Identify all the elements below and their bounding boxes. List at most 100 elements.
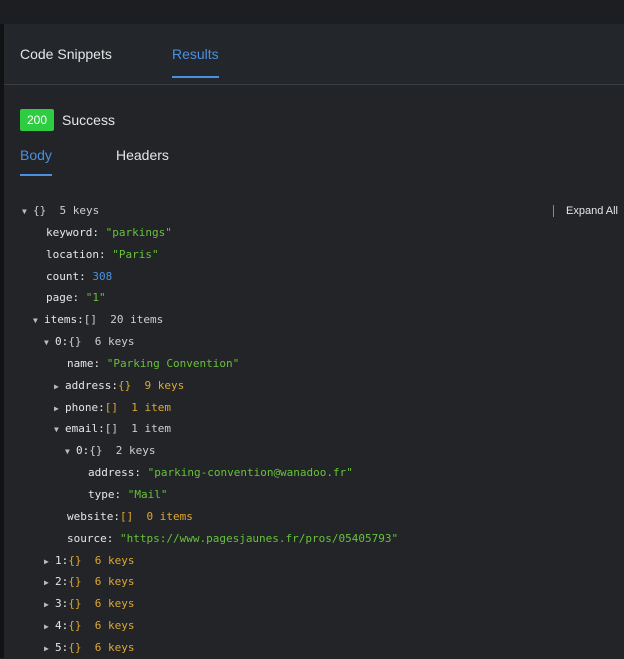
active-subtab-underline [20, 174, 52, 176]
array-brace: [] [104, 401, 118, 414]
collapse-icon[interactable]: ▼ [33, 311, 44, 331]
json-node-item-1: ▶ 1:{} 6 keys [44, 551, 135, 571]
json-field-website: website:[] 0 items [67, 507, 193, 527]
field-value: "Mail" [127, 488, 168, 501]
field-key: 4: [55, 619, 69, 632]
status-row: 200 Success [20, 109, 115, 131]
field-key: items: [44, 313, 84, 326]
field-key: 5: [55, 641, 69, 654]
collapse-icon[interactable]: ▼ [22, 202, 33, 222]
item-count: 20 items [110, 313, 164, 326]
field-key: 0: [55, 335, 69, 348]
field-key: address: [65, 379, 118, 392]
field-key: page: [46, 291, 80, 304]
subtab-body-label: Body [20, 147, 52, 163]
expand-icon[interactable]: ▶ [44, 617, 55, 637]
field-key: location: [46, 248, 106, 261]
key-count: 6 keys [94, 335, 135, 348]
object-brace: {} [68, 575, 82, 588]
field-key: name: [67, 357, 101, 370]
object-brace: {} [89, 444, 103, 457]
field-key: count: [46, 270, 86, 283]
key-count: 6 keys [94, 597, 135, 610]
json-node-item-2: ▶ 2:{} 6 keys [44, 572, 135, 592]
field-key: address: [88, 466, 141, 479]
key-count: 6 keys [94, 575, 135, 588]
object-brace: {} [68, 619, 82, 632]
json-node-item-0: ▼ 0:{} 6 keys [44, 332, 135, 352]
json-node-address: ▶ address:{} 9 keys [54, 376, 184, 396]
expand-icon[interactable]: ▶ [44, 573, 55, 593]
json-node-item-5: ▶ 5:{} 6 keys [44, 638, 135, 658]
object-brace: {} [117, 379, 132, 392]
field-value: "parkings" [105, 226, 172, 239]
object-brace: {} [33, 204, 47, 217]
json-field-email-type: type: "Mail" [88, 485, 168, 505]
json-field-count: count: 308 [46, 267, 112, 287]
collapse-icon[interactable]: ▼ [44, 333, 55, 353]
json-root-node: ▼{} 5 keys [22, 201, 99, 221]
collapse-icon[interactable]: ▼ [54, 420, 65, 440]
field-value: "parking-convention@wanadoo.fr" [147, 466, 353, 479]
field-key: website: [67, 510, 120, 523]
key-count: 2 keys [115, 444, 156, 457]
top-strip [0, 0, 624, 24]
object-brace: {} [68, 597, 82, 610]
json-node-item-3: ▶ 3:{} 6 keys [44, 594, 135, 614]
left-edge-bar [0, 24, 4, 658]
key-count: 6 keys [94, 619, 135, 632]
subtab-body[interactable]: Body [20, 147, 52, 176]
tab-results[interactable]: Results [172, 46, 219, 78]
item-count: 1 item [131, 401, 171, 414]
item-count: 1 item [131, 422, 171, 435]
object-brace: {} [68, 641, 82, 654]
json-node-items: ▼ items:[] 20 items [33, 310, 163, 330]
item-count: 0 items [146, 510, 193, 523]
expand-all-button[interactable]: Expand All [553, 205, 618, 217]
array-brace: [] [119, 510, 134, 523]
result-tabs: Code Snippets Results [4, 24, 624, 85]
tab-code-snippets[interactable]: Code Snippets [20, 46, 112, 62]
field-key: 3: [55, 597, 69, 610]
json-field-name: name: "Parking Convention" [67, 354, 239, 374]
field-key: 0: [76, 444, 90, 457]
field-key: keyword: [46, 226, 99, 239]
active-tab-underline [172, 76, 219, 78]
json-field-source: source: "https://www.pagesjaunes.fr/pros… [67, 529, 398, 549]
object-brace: {} [68, 554, 82, 567]
json-node-email-0: ▼ 0:{} 2 keys [65, 441, 156, 461]
tab-results-label: Results [172, 46, 219, 62]
field-key: phone: [65, 401, 105, 414]
expand-icon[interactable]: ▶ [44, 552, 55, 572]
field-value: "Parking Convention" [106, 357, 240, 370]
field-key: type: [88, 488, 122, 501]
json-field-email-address: address: "parking-convention@wanadoo.fr" [88, 463, 353, 483]
field-value: 308 [92, 270, 113, 283]
object-brace: {} [68, 335, 82, 348]
array-brace: [] [104, 422, 118, 435]
field-key: 1: [55, 554, 69, 567]
field-key: email: [65, 422, 105, 435]
field-value: "Paris" [112, 248, 159, 261]
field-value: "1" [85, 291, 106, 304]
json-node-phone: ▶ phone:[] 1 item [54, 398, 171, 418]
expand-icon[interactable]: ▶ [54, 377, 65, 397]
expand-icon[interactable]: ▶ [44, 639, 55, 659]
subtab-headers[interactable]: Headers [116, 147, 169, 163]
collapse-icon[interactable]: ▼ [65, 442, 76, 462]
expand-icon[interactable]: ▶ [54, 399, 65, 419]
key-count: 5 keys [59, 204, 100, 217]
field-key: 2: [55, 575, 69, 588]
array-brace: [] [83, 313, 97, 326]
status-badge: 200 [20, 109, 55, 131]
key-count: 9 keys [144, 379, 185, 392]
field-key: source: [67, 532, 114, 545]
expand-icon[interactable]: ▶ [44, 595, 55, 615]
status-text: Success [62, 112, 115, 128]
json-field-location: location: "Paris" [46, 245, 159, 265]
json-node-item-4: ▶ 4:{} 6 keys [44, 616, 135, 636]
json-field-page: page: "1" [46, 288, 106, 308]
key-count: 6 keys [94, 554, 135, 567]
key-count: 6 keys [94, 641, 135, 654]
field-value: "https://www.pagesjaunes.fr/pros/0540579… [119, 532, 399, 545]
